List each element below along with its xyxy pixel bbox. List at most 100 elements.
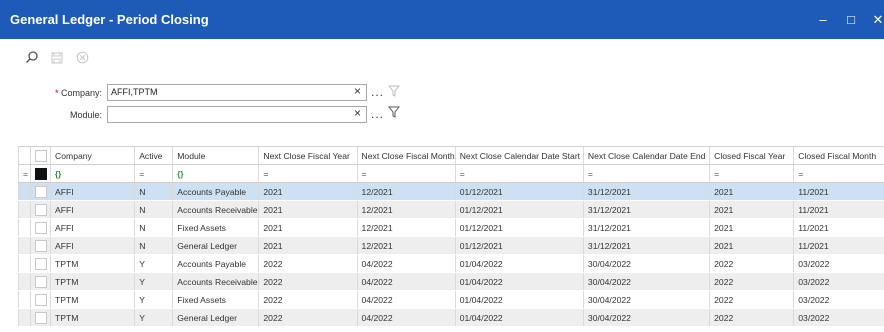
cell-company: AFFI (50, 182, 135, 201)
row-checkbox-cell[interactable] (30, 308, 51, 327)
column-header-next-close-fiscal-month[interactable]: Next Close Fiscal Month (356, 146, 456, 165)
grid-filter-row: = {} = {} = = = = = = (17, 164, 884, 183)
row-spacer (17, 218, 31, 237)
module-filter-icon[interactable] (387, 105, 401, 118)
module-clear-button[interactable]: × (354, 106, 361, 120)
company-field[interactable]: AFFI,TPTM (107, 84, 367, 101)
module-label: Module: (69, 110, 102, 120)
filter-closed-fiscal-year[interactable]: = (709, 164, 794, 183)
grid-body: AFFI N Accounts Payable 2021 12/2021 01/12/20… (17, 182, 884, 327)
cell-module: Accounts Payable (172, 254, 259, 273)
company-clear-button[interactable]: × (354, 84, 361, 98)
row-checkbox-cell[interactable] (30, 272, 51, 291)
cell-module: General Ledger (172, 236, 259, 255)
filter-next-close-calendar-date-end[interactable]: = (582, 164, 710, 183)
cell-closed-fiscal-year: 2022 (709, 290, 794, 309)
column-header-closed-fiscal-month[interactable]: Closed Fiscal Month (793, 146, 884, 165)
module-lookup-button[interactable]: ... (371, 107, 384, 121)
row-checkbox[interactable] (35, 221, 48, 234)
cell-company: AFFI (50, 236, 135, 255)
cell-closed-fiscal-year: 2021 (709, 218, 794, 237)
cell-closed-fiscal-month: 11/2021 (793, 218, 884, 237)
row-checkbox-cell[interactable] (30, 200, 51, 219)
cell-active: Y (134, 290, 173, 309)
cell-next-close-fiscal-year: 2022 (258, 290, 358, 309)
column-header-module[interactable]: Module (172, 146, 259, 165)
cell-closed-fiscal-year: 2022 (709, 272, 794, 291)
column-header-next-close-calendar-date-end[interactable]: Next Close Calendar Date End (582, 146, 710, 165)
column-header-company[interactable]: Company (50, 146, 135, 165)
cell-next-close-calendar-date-start: 01/12/2021 (454, 200, 584, 219)
module-field[interactable] (107, 106, 367, 123)
row-checkbox[interactable] (35, 185, 48, 198)
cell-module: Accounts Receivable (172, 200, 259, 219)
cell-next-close-calendar-date-end: 31/12/2021 (582, 182, 710, 201)
cell-closed-fiscal-month: 11/2021 (793, 182, 884, 201)
row-checkbox-cell[interactable] (30, 254, 51, 273)
close-button[interactable]: ✕ (868, 10, 884, 30)
table-row[interactable]: AFFI N General Ledger 2021 12/2021 01/12/2021… (17, 236, 884, 255)
cancel-icon[interactable] (72, 50, 92, 70)
column-header-next-close-fiscal-year[interactable]: Next Close Fiscal Year (258, 146, 358, 165)
cell-module: Accounts Receivable (172, 272, 259, 291)
company-label: * Company: (40, 88, 102, 98)
select-all-checkbox[interactable] (35, 149, 48, 162)
row-checkbox[interactable] (35, 293, 48, 306)
search-icon[interactable] (22, 50, 42, 70)
cell-active: N (134, 200, 173, 219)
row-checkbox[interactable] (35, 257, 48, 270)
filter-module-icon[interactable]: {} (177, 170, 183, 179)
row-checkbox-cell[interactable] (30, 182, 51, 201)
title-bar: General Ledger - Period Closing – □ ✕ (0, 0, 884, 39)
table-row[interactable]: TPTM Y Accounts Receivable 2022 04/2022 01/04… (17, 272, 884, 291)
cell-next-close-fiscal-month: 04/2022 (356, 308, 456, 327)
column-header-next-close-calendar-date-start[interactable]: Next Close Calendar Date Start (454, 146, 584, 165)
company-filter-icon[interactable] (387, 84, 401, 97)
column-header-closed-fiscal-year[interactable]: Closed Fiscal Year (709, 146, 794, 165)
table-row[interactable]: TPTM Y Accounts Payable 2022 04/2022 01/04/20… (17, 254, 884, 273)
row-checkbox-cell[interactable] (30, 290, 51, 309)
filter-active[interactable]: = (134, 164, 173, 183)
filter-next-close-fiscal-month[interactable]: = (356, 164, 456, 183)
filter-next-close-fiscal-year[interactable]: = (258, 164, 358, 183)
cell-module: Fixed Assets (172, 218, 259, 237)
cell-active: N (134, 218, 173, 237)
grid-header-row: Company Active Module Next Close Fiscal … (17, 146, 884, 165)
row-checkbox-cell[interactable] (30, 236, 51, 255)
select-all-cell[interactable] (30, 146, 51, 165)
table-row[interactable]: AFFI N Accounts Receivable 2021 12/2021 01/12… (17, 200, 884, 219)
row-checkbox[interactable] (35, 203, 48, 216)
table-row[interactable]: AFFI N Fixed Assets 2021 12/2021 01/12/2021 31… (17, 218, 884, 237)
filter-module[interactable]: {} (172, 164, 259, 183)
maximize-button[interactable]: □ (841, 10, 861, 30)
cell-next-close-calendar-date-start: 01/04/2022 (454, 272, 584, 291)
table-row[interactable]: TPTM Y Fixed Assets 2022 04/2022 01/04/2022 30… (17, 290, 884, 309)
row-spacer (17, 200, 31, 219)
results-grid: Company Active Module Next Close Fiscal … (17, 146, 884, 327)
table-row[interactable]: AFFI N Accounts Payable 2021 12/2021 01/12/20… (17, 182, 884, 201)
filter-checkbox-cell[interactable] (30, 164, 51, 183)
cell-next-close-fiscal-month: 12/2021 (356, 200, 456, 219)
cell-next-close-calendar-date-end: 31/12/2021 (582, 200, 710, 219)
filter-company[interactable]: {} (50, 164, 135, 183)
table-row[interactable]: TPTM Y General Ledger 2022 04/2022 01/04/2022… (17, 308, 884, 327)
filter-closed-fiscal-month[interactable]: = (793, 164, 884, 183)
filter-company-icon[interactable]: {} (55, 170, 61, 179)
cell-next-close-calendar-date-end: 30/04/2022 (582, 290, 710, 309)
cell-company: TPTM (50, 290, 135, 309)
row-checkbox[interactable] (35, 239, 48, 252)
cell-closed-fiscal-year: 2022 (709, 308, 794, 327)
filter-checkbox[interactable] (35, 167, 48, 180)
filter-next-close-calendar-date-start[interactable]: = (454, 164, 584, 183)
cell-next-close-calendar-date-start: 01/12/2021 (454, 182, 584, 201)
row-checkbox-cell[interactable] (30, 218, 51, 237)
cell-company: TPTM (50, 308, 135, 327)
save-icon[interactable] (47, 50, 67, 70)
company-lookup-button[interactable]: ... (371, 85, 384, 99)
row-checkbox[interactable] (35, 311, 48, 324)
minimize-button[interactable]: – (813, 10, 833, 30)
cell-closed-fiscal-month: 11/2021 (793, 200, 884, 219)
cell-closed-fiscal-year: 2022 (709, 254, 794, 273)
column-header-active[interactable]: Active (134, 146, 173, 165)
row-checkbox[interactable] (35, 275, 48, 288)
